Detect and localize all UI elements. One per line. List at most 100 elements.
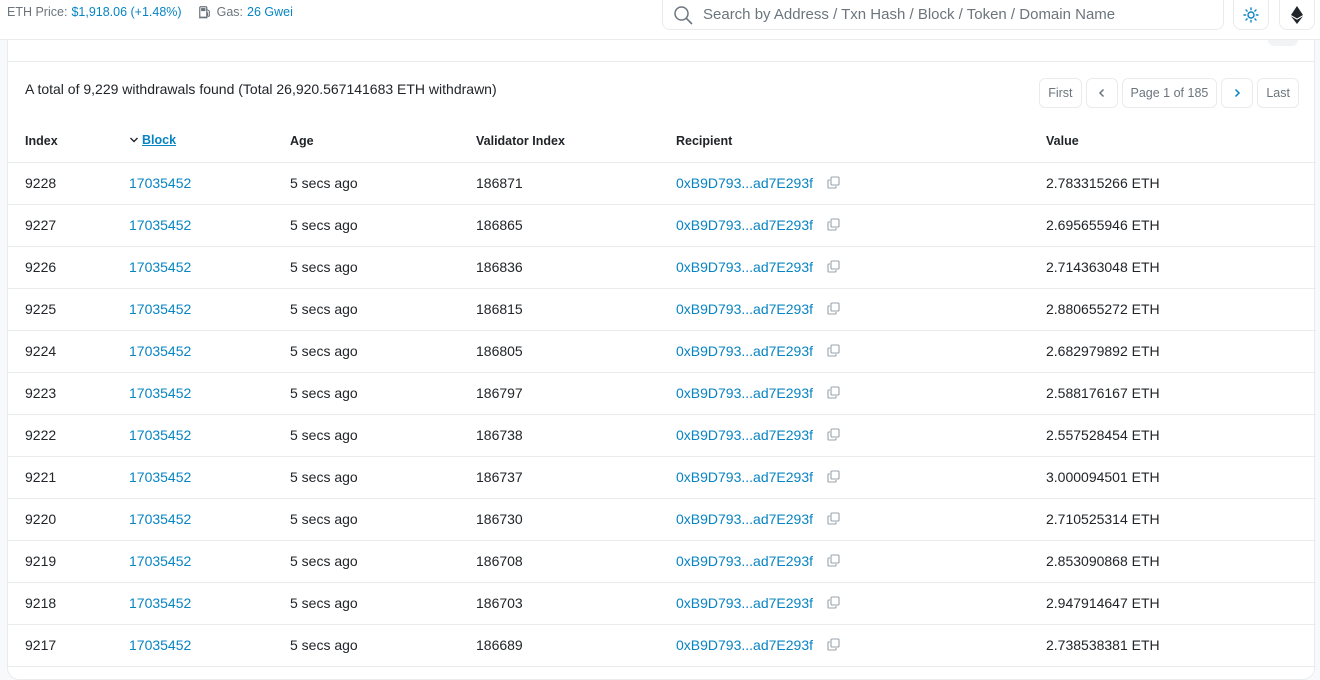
- row-validator-index: 186730: [476, 498, 676, 541]
- column-header-index: Index: [8, 120, 129, 163]
- row-age: 5 secs ago: [290, 540, 476, 583]
- block-sort-toggle[interactable]: Block: [129, 133, 176, 147]
- column-header-validator: Validator Index: [476, 120, 676, 163]
- copy-icon[interactable]: [827, 344, 840, 357]
- table-row: 9227 17035452 5 secs ago 186865 0xB9D793…: [8, 204, 1316, 247]
- gas-label: Gas:: [216, 5, 243, 19]
- row-recipient-link[interactable]: 0xB9D793...ad7E293f: [676, 385, 813, 401]
- copy-icon[interactable]: [827, 596, 840, 609]
- row-value: 3.000094501 ETH: [1046, 456, 1316, 499]
- row-index: 9222: [8, 414, 129, 457]
- row-age: 5 secs ago: [290, 372, 476, 415]
- row-block-link[interactable]: 17035452: [129, 175, 191, 191]
- row-index: 9227: [8, 204, 129, 247]
- pagination: First Page 1 of 185 Last: [1039, 78, 1299, 108]
- table-row: 9226 17035452 5 secs ago 186836 0xB9D793…: [8, 246, 1316, 289]
- row-validator-index: 186797: [476, 372, 676, 415]
- copy-icon[interactable]: [827, 512, 840, 525]
- gas-value[interactable]: 26 Gwei: [247, 5, 293, 19]
- row-block-link[interactable]: 17035452: [129, 259, 191, 275]
- row-index: 9219: [8, 540, 129, 583]
- gas-info: Gas: 26 Gwei: [198, 5, 293, 19]
- row-block-link[interactable]: 17035452: [129, 595, 191, 611]
- row-index: 9217: [8, 624, 129, 667]
- eth-price-value[interactable]: $1,918.06 (+1.48%): [71, 5, 181, 19]
- copy-icon[interactable]: [827, 260, 840, 273]
- row-value: 2.783315266 ETH: [1046, 162, 1316, 205]
- row-value: 2.557528454 ETH: [1046, 414, 1316, 457]
- row-validator-index: 186865: [476, 204, 676, 247]
- row-recipient-link[interactable]: 0xB9D793...ad7E293f: [676, 217, 813, 233]
- column-header-recipient: Recipient: [676, 120, 1046, 163]
- row-block-link[interactable]: 17035452: [129, 469, 191, 485]
- copy-icon[interactable]: [827, 302, 840, 315]
- copy-icon[interactable]: [827, 386, 840, 399]
- row-recipient-link[interactable]: 0xB9D793...ad7E293f: [676, 343, 813, 359]
- row-value: 2.695655946 ETH: [1046, 204, 1316, 247]
- table-row: 9218 17035452 5 secs ago 186703 0xB9D793…: [8, 582, 1316, 625]
- table-row: 9225 17035452 5 secs ago 186815 0xB9D793…: [8, 288, 1316, 331]
- column-header-block[interactable]: Block: [129, 120, 290, 163]
- copy-icon[interactable]: [827, 176, 840, 189]
- row-block-link[interactable]: 17035452: [129, 217, 191, 233]
- column-header-age: Age: [290, 120, 476, 163]
- row-value: 2.853090868 ETH: [1046, 540, 1316, 583]
- row-value: 2.947914647 ETH: [1046, 582, 1316, 625]
- row-value: 2.682979892 ETH: [1046, 330, 1316, 373]
- table-row: 9217 17035452 5 secs ago 186689 0xB9D793…: [8, 624, 1316, 667]
- column-header-block-label: Block: [142, 133, 177, 148]
- row-recipient-link[interactable]: 0xB9D793...ad7E293f: [676, 301, 813, 317]
- copy-icon[interactable]: [827, 638, 840, 651]
- row-index: 9218: [8, 582, 129, 625]
- row-age: 5 secs ago: [290, 288, 476, 331]
- top-bar: ETH Price: $1,918.06 (+1.48%) Gas: 26 Gw…: [0, 0, 1320, 40]
- theme-toggle-button[interactable]: [1233, 0, 1269, 30]
- page-indicator: Page 1 of 185: [1121, 78, 1218, 108]
- row-recipient-link[interactable]: 0xB9D793...ad7E293f: [676, 595, 813, 611]
- withdrawals-table: Index Block Age Validator Index Recipien…: [8, 120, 1316, 667]
- search-bar[interactable]: [662, 0, 1224, 30]
- row-block-link[interactable]: 17035452: [129, 301, 191, 317]
- row-validator-index: 186737: [476, 456, 676, 499]
- row-block-link[interactable]: 17035452: [129, 553, 191, 569]
- row-age: 5 secs ago: [290, 204, 476, 247]
- row-age: 5 secs ago: [290, 162, 476, 205]
- network-selector-button[interactable]: [1279, 0, 1315, 30]
- row-recipient-link[interactable]: 0xB9D793...ad7E293f: [676, 259, 813, 275]
- row-block-link[interactable]: 17035452: [129, 427, 191, 443]
- table-row: 9220 17035452 5 secs ago 186730 0xB9D793…: [8, 498, 1316, 541]
- row-block-link[interactable]: 17035452: [129, 385, 191, 401]
- copy-icon[interactable]: [827, 218, 840, 231]
- row-validator-index: 186689: [476, 624, 676, 667]
- search-icon: [674, 5, 693, 24]
- row-index: 9226: [8, 246, 129, 289]
- copy-icon[interactable]: [827, 554, 840, 567]
- row-age: 5 secs ago: [290, 330, 476, 373]
- gas-pump-icon: [198, 6, 210, 19]
- last-page-button[interactable]: Last: [1257, 78, 1299, 108]
- card-top-strip: [8, 40, 1314, 62]
- row-validator-index: 186836: [476, 246, 676, 289]
- row-block-link[interactable]: 17035452: [129, 511, 191, 527]
- row-recipient-link[interactable]: 0xB9D793...ad7E293f: [676, 553, 813, 569]
- row-value: 2.880655272 ETH: [1046, 288, 1316, 331]
- row-recipient-link[interactable]: 0xB9D793...ad7E293f: [676, 511, 813, 527]
- copy-icon[interactable]: [827, 428, 840, 441]
- prev-page-button[interactable]: [1085, 78, 1118, 108]
- row-recipient-link[interactable]: 0xB9D793...ad7E293f: [676, 427, 813, 443]
- table-row: 9228 17035452 5 secs ago 186871 0xB9D793…: [8, 162, 1316, 205]
- search-input[interactable]: [701, 2, 1223, 27]
- first-page-button[interactable]: First: [1039, 78, 1082, 108]
- row-value: 2.588176167 ETH: [1046, 372, 1316, 415]
- sun-icon: [1243, 6, 1259, 23]
- row-block-link[interactable]: 17035452: [129, 343, 191, 359]
- row-index: 9228: [8, 162, 129, 205]
- copy-icon[interactable]: [827, 470, 840, 483]
- row-recipient-link[interactable]: 0xB9D793...ad7E293f: [676, 175, 813, 191]
- row-recipient-link[interactable]: 0xB9D793...ad7E293f: [676, 469, 813, 485]
- ethereum-icon: [1291, 5, 1303, 24]
- row-age: 5 secs ago: [290, 582, 476, 625]
- row-age: 5 secs ago: [290, 414, 476, 457]
- next-page-button[interactable]: [1221, 78, 1254, 108]
- row-validator-index: 186805: [476, 330, 676, 373]
